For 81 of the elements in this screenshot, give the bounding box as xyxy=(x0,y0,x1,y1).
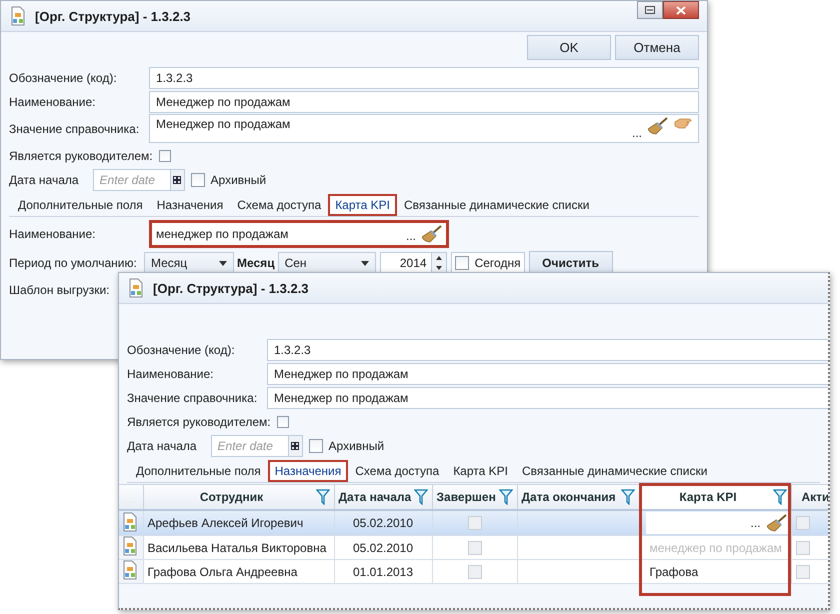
filter-icon[interactable] xyxy=(498,489,512,505)
tab[interactable]: Карта KPI xyxy=(446,460,515,482)
field-label: Шаблон выгрузки: xyxy=(9,282,110,296)
tab[interactable]: Схема доступа xyxy=(230,194,328,216)
broom-icon[interactable] xyxy=(648,117,668,135)
window-title: [Орг. Структура] - 1.3.2.3 xyxy=(35,8,192,24)
year-spinner[interactable]: 2014 xyxy=(380,252,447,274)
field-label: Значение справочника: xyxy=(127,390,258,404)
field-label: Значение справочника: xyxy=(9,122,140,136)
period-dropdown[interactable]: Месяц xyxy=(144,252,234,274)
column-header[interactable]: Сотрудник xyxy=(143,485,334,510)
text-field[interactable]: 1.3.2.3 xyxy=(267,338,828,360)
field-label: Является руководителем: xyxy=(9,148,153,162)
tab[interactable]: Назначения xyxy=(150,194,230,216)
table-cell: Графова Ольга Андреевна xyxy=(143,560,334,584)
document-icon xyxy=(127,278,145,298)
window-title: [Орг. Структура] - 1.3.2.3 xyxy=(153,280,310,296)
checkbox[interactable] xyxy=(158,150,171,162)
broom-icon[interactable] xyxy=(766,514,786,532)
document-icon xyxy=(121,560,139,580)
table-cell: Графова xyxy=(650,564,698,578)
column-header[interactable]: Дата начала xyxy=(334,485,432,510)
tab[interactable]: Дополнительные поля xyxy=(129,460,268,482)
document-icon xyxy=(9,6,27,26)
broom-icon[interactable] xyxy=(422,225,442,243)
text-field[interactable]: Менеджер по продажам xyxy=(149,90,699,112)
text-field[interactable]: Менеджер по продажам xyxy=(267,386,828,408)
field-label: Период по умолчанию: xyxy=(9,256,138,270)
today-checkbox[interactable]: Сегодня xyxy=(450,252,525,274)
column-header[interactable]: Карта KPI xyxy=(639,485,791,510)
filter-icon[interactable] xyxy=(414,489,428,505)
field-label: Наименование: xyxy=(9,94,97,108)
filter-icon[interactable] xyxy=(316,489,330,505)
column-header[interactable]: Дата окончания xyxy=(517,485,639,510)
tab[interactable]: Связанные динамические списки xyxy=(396,194,596,216)
checkbox-label: Архивный xyxy=(210,172,266,186)
month-dropdown[interactable]: Сен xyxy=(278,252,376,274)
table-cell: 05.02.2010 xyxy=(334,536,432,560)
filter-icon[interactable] xyxy=(772,489,786,505)
table-cell: 05.02.2010 xyxy=(334,510,432,536)
field-label: Дата начала xyxy=(127,438,197,452)
table-cell: Арефьев Алексей Игоревич xyxy=(143,510,334,536)
dialog-button[interactable]: OK xyxy=(527,35,611,60)
table-cell: 01.01.2013 xyxy=(334,560,432,584)
field-label: Дата начала xyxy=(9,172,79,186)
table-cell: менеджер по продажам xyxy=(650,540,782,554)
tab[interactable]: Схема доступа xyxy=(348,460,446,482)
tab[interactable]: Назначения xyxy=(268,460,348,482)
text-field[interactable]: Менеджер по продажам xyxy=(267,362,828,384)
text-field[interactable]: 1.3.2.3 xyxy=(149,66,699,88)
checkbox[interactable] xyxy=(276,416,289,428)
filter-icon[interactable] xyxy=(620,489,634,505)
close-button[interactable] xyxy=(663,1,699,19)
restore-icon xyxy=(645,6,655,14)
checkbox-label: Архивный xyxy=(328,438,384,452)
field-label: Месяц xyxy=(237,256,275,270)
calendar-icon[interactable] xyxy=(288,436,302,456)
field-label: Обозначение (код): xyxy=(9,70,118,84)
field-label: Является руководителем: xyxy=(127,414,271,428)
lookup-field[interactable]: менеджер по продажам ... xyxy=(149,220,449,248)
column-header[interactable]: Завершен xyxy=(432,485,517,510)
restore-button[interactable] xyxy=(637,1,663,19)
dialog-button[interactable]: Отмена xyxy=(615,35,699,60)
lookup-field[interactable]: ... xyxy=(646,512,790,534)
hand-icon[interactable] xyxy=(674,117,692,131)
document-icon xyxy=(121,536,139,556)
close-icon xyxy=(676,6,686,14)
tab[interactable]: Связанные динамические списки xyxy=(514,460,714,482)
field-label: Наименование: xyxy=(9,227,97,241)
tab[interactable]: Карта KPI xyxy=(328,194,397,216)
lookup-field[interactable]: Менеджер по продажам ... xyxy=(149,114,699,143)
dropdown-caret-icon[interactable] xyxy=(360,260,369,266)
field-label: Обозначение (код): xyxy=(127,342,236,356)
table-cell: Васильева Наталья Викторовна xyxy=(143,536,334,560)
field-label: Наименование: xyxy=(127,366,215,380)
tab[interactable]: Дополнительные поля xyxy=(11,194,150,216)
checkbox[interactable] xyxy=(308,438,323,452)
checkbox[interactable] xyxy=(190,172,205,186)
document-icon xyxy=(121,512,139,532)
dropdown-caret-icon[interactable] xyxy=(219,260,227,266)
calendar-icon[interactable] xyxy=(170,170,184,190)
